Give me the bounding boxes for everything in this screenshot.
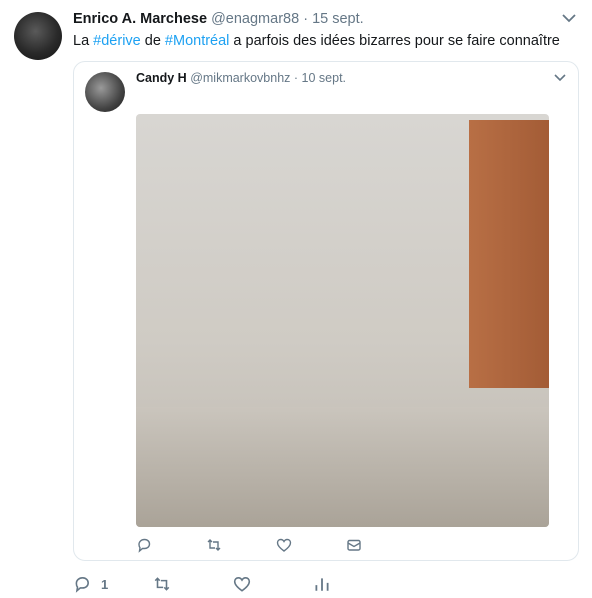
reply-icon[interactable] xyxy=(73,575,91,593)
text-segment: de xyxy=(140,33,165,49)
chevron-down-icon[interactable] xyxy=(562,13,576,23)
chevron-down-icon[interactable] xyxy=(554,73,566,82)
hashtag-link[interactable]: #Montréal xyxy=(165,33,229,49)
header-separator: · xyxy=(293,71,299,85)
hashtag-link[interactable]: #dérive xyxy=(93,33,141,49)
quoted-tweet-header: Candy H @mikmarkovbnhz · 10 sept. xyxy=(136,71,346,85)
like-icon[interactable] xyxy=(233,575,251,593)
quoted-tweet[interactable]: Candy H @mikmarkovbnhz · 10 sept. xyxy=(73,61,579,561)
like-icon[interactable] xyxy=(276,537,292,553)
reply-count: 1 xyxy=(101,577,109,592)
author-name[interactable]: Enrico A. Marchese xyxy=(73,11,207,27)
author-handle[interactable]: @enagmar88 xyxy=(211,11,299,27)
retweet-icon[interactable] xyxy=(206,537,222,553)
message-icon[interactable] xyxy=(346,537,362,553)
quoted-tweet-date[interactable]: 10 sept. xyxy=(302,71,346,85)
author-avatar[interactable] xyxy=(14,12,62,60)
photo-background xyxy=(469,120,549,388)
quoted-author-handle[interactable]: @mikmarkovbnhz xyxy=(190,71,290,85)
text-segment: a parfois des idées bizarres pour se fai… xyxy=(229,33,560,49)
quoted-tweet-photo[interactable] xyxy=(136,114,549,527)
tweet-date[interactable]: 15 sept. xyxy=(312,11,364,27)
tweet-header: Enrico A. Marchese @enagmar88 · 15 sept. xyxy=(73,11,364,27)
quoted-author-avatar[interactable] xyxy=(85,72,125,112)
text-segment: La xyxy=(73,33,94,49)
photo-background xyxy=(136,407,549,527)
reply-icon[interactable] xyxy=(136,537,152,553)
header-separator: · xyxy=(303,11,309,27)
quoted-author-name[interactable]: Candy H xyxy=(136,71,187,85)
analytics-icon[interactable] xyxy=(313,575,331,593)
tweet-text: La #dérive de #Montréal a parfois des id… xyxy=(73,33,560,49)
retweet-icon[interactable] xyxy=(153,575,171,593)
